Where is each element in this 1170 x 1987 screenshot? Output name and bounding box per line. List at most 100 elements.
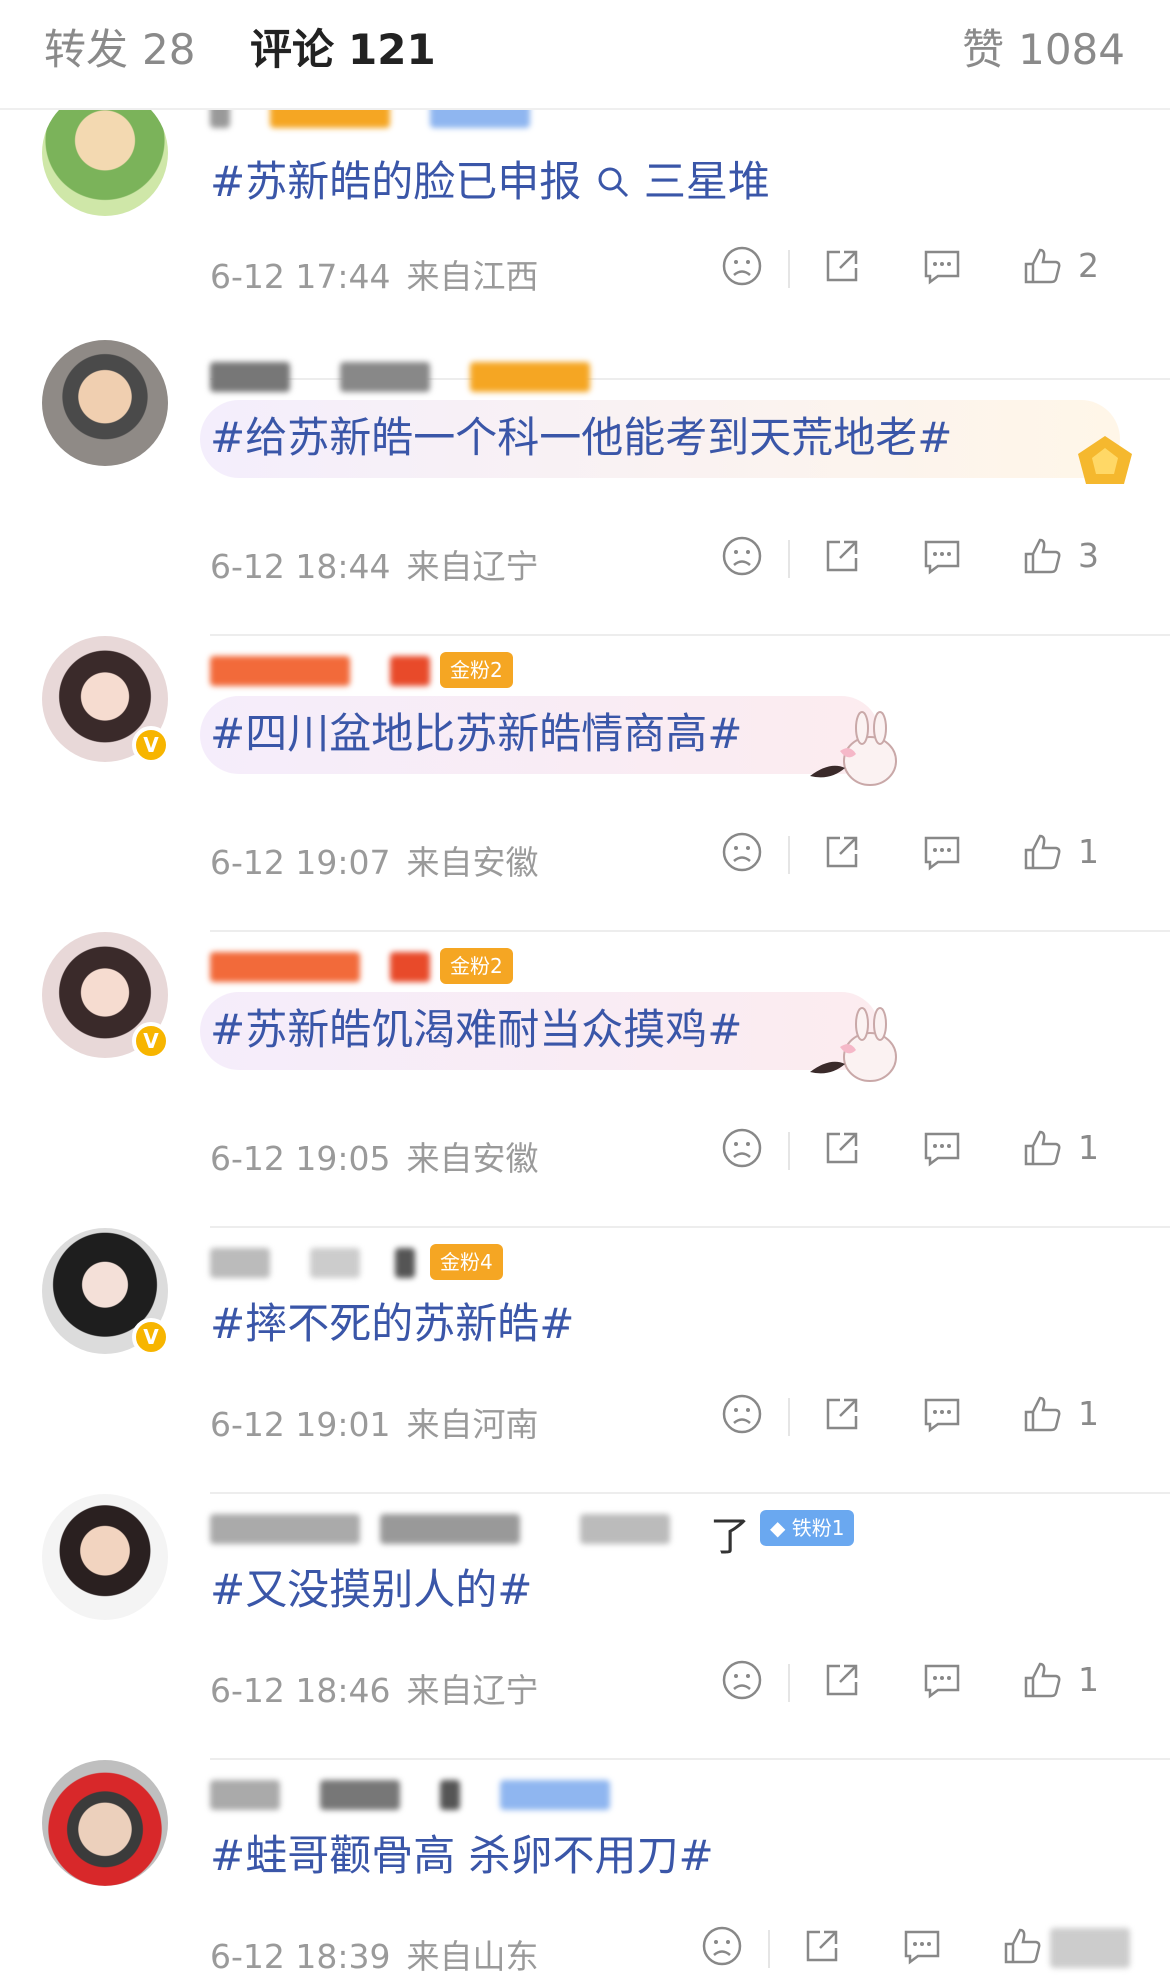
like-button[interactable] [1020,1392,1064,1442]
avatar[interactable] [42,340,168,466]
comment-item: #给苏新皓一个科一他能考到天荒地老# 6-12 18:44 来自辽宁 3 [0,340,1170,636]
comment-meta: 6-12 19:01 来自河南 [210,1398,539,1446]
like-button[interactable] [1020,830,1064,880]
like-button[interactable] [1020,244,1064,294]
dislike-button[interactable] [720,1126,764,1176]
reply-button[interactable] [920,534,964,584]
reply-button[interactable] [920,244,964,294]
share-icon [826,540,858,572]
topic-text[interactable]: #又没摸别人的# [210,1560,532,1620]
username-visible-fragment: 了 [710,1514,750,1560]
share-button[interactable] [820,1392,864,1442]
comment-list[interactable]: #苏新皓的脸已申报 三星堆 6-12 17:44 来自江西 2 #给苏新皓一个科… [0,110,1170,1987]
action-divider [788,1398,790,1436]
comment-location: 来自江西 [406,257,539,296]
like-count: 2 [1078,246,1099,285]
tab-likes[interactable]: 赞 1084 [962,22,1125,78]
reply-button[interactable] [900,1924,944,1974]
comment-item: V 金粉2 #四川盆地比苏新皓情商高# 6-12 19:07 来自安徽 1 [0,636,1170,932]
topic-text[interactable]: #摔不死的苏新皓# [210,1294,574,1354]
tab-likes-count: 1084 [1018,25,1125,74]
comment-actions: 1 [720,1392,1130,1442]
like-button[interactable] [1020,1126,1064,1176]
action-divider [788,836,790,874]
share-button[interactable] [820,1126,864,1176]
share-button[interactable] [820,534,864,584]
reply-button[interactable] [920,1392,964,1442]
sad-face-icon [722,1128,762,1168]
topic-text[interactable]: #蛙哥颧骨高 杀卵不用刀# [210,1826,714,1886]
comment-meta: 6-12 19:05 来自安徽 [210,1132,539,1180]
like-button[interactable] [1000,1924,1044,1974]
comment-icon [924,1398,960,1433]
reply-button[interactable] [920,830,964,880]
username-redacted: 了 ◆ 铁粉1 [210,1506,890,1560]
search-icon [598,167,628,198]
comment-tab-bar: 转发 28 评论 121 赞 1084 [0,0,1170,110]
dislike-button[interactable] [700,1924,744,1974]
avatar[interactable] [42,1494,168,1620]
tab-repost-count: 28 [142,25,196,74]
avatar[interactable]: V [42,932,170,1060]
comment-item: #蛙哥颧骨高 杀卵不用刀# 6-12 18:39 来自山东 [0,1760,1170,1987]
comment-location: 来自山东 [406,1937,539,1976]
share-button[interactable] [820,244,864,294]
comment-location: 来自辽宁 [406,1671,539,1710]
avatar-image [42,110,168,216]
thumbs-up-icon [1024,1396,1061,1432]
reply-button[interactable] [920,1658,964,1708]
comment-actions: 3 [720,534,1130,584]
share-button[interactable] [820,830,864,880]
thumbs-up-icon [1024,248,1061,284]
comment-icon [924,836,960,871]
tab-repost[interactable]: 转发 28 [44,22,195,78]
topic-text[interactable]: #四川盆地比苏新皓情商高# [210,704,742,764]
action-divider [788,1132,790,1170]
comment-time: 6-12 17:44 [210,257,391,296]
action-divider [788,540,790,578]
share-button[interactable] [800,1924,844,1974]
comment-actions: 1 [720,1658,1130,1708]
avatar[interactable] [42,110,168,216]
dislike-button[interactable] [720,1392,764,1442]
thumbs-up-icon [1024,834,1061,870]
bunny-sticker [800,1002,910,1096]
like-count: 1 [1078,1128,1099,1167]
dislike-button[interactable] [720,1658,764,1708]
dislike-button[interactable] [720,534,764,584]
sad-face-icon [722,832,762,872]
comment-item: 了 ◆ 铁粉1 #又没摸别人的# 6-12 18:46 来自辽宁 1 [0,1494,1170,1760]
action-divider [768,1930,770,1968]
fan-badge: 金粉4 [430,1244,503,1280]
topic-text[interactable]: #苏新皓饥渴难耐当众摸鸡# [210,1000,742,1060]
avatar[interactable] [42,1760,168,1886]
comment-time: 6-12 19:07 [210,843,391,882]
username-redacted: 金粉2 [210,944,530,988]
action-divider [788,1664,790,1702]
like-button[interactable] [1020,534,1064,584]
tab-comments[interactable]: 评论 121 [250,22,436,78]
comment-location: 来自河南 [406,1405,539,1444]
tab-comments-label: 评论 [250,25,335,74]
avatar[interactable]: V [42,1228,170,1356]
comment-text: #苏新皓的脸已申报 三星堆 [210,152,770,212]
comment-meta: 6-12 19:07 来自安徽 [210,836,539,884]
like-button[interactable] [1020,1658,1064,1708]
verified-icon: V [132,1022,170,1060]
verified-icon: V [132,1318,170,1356]
share-icon [806,1930,838,1962]
topic-text[interactable]: #给苏新皓一个科一他能考到天荒地老# [210,408,952,468]
reply-button[interactable] [920,1126,964,1176]
search-link[interactable]: 三星堆 [644,157,770,206]
sad-face-icon [722,246,762,286]
avatar[interactable]: V [42,636,170,764]
sad-face-icon [702,1926,742,1966]
share-icon [826,1664,858,1696]
dislike-button[interactable] [720,830,764,880]
comment-actions: 1 [720,1126,1130,1176]
dislike-button[interactable] [720,244,764,294]
share-button[interactable] [820,1658,864,1708]
topic-text[interactable]: #苏新皓的脸已申报 [210,157,581,206]
sad-face-icon [722,1660,762,1700]
comment-meta: 6-12 18:46 来自辽宁 [210,1664,539,1712]
